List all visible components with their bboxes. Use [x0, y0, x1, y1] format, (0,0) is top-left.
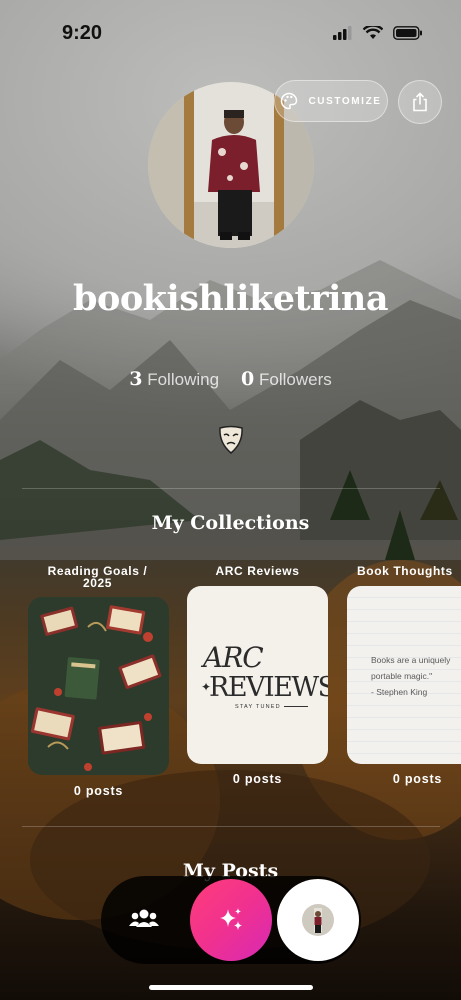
palette-icon — [281, 92, 298, 110]
quote-line: portable magic." — [371, 671, 433, 681]
collection-title-arc-reviews: ARC Reviews — [187, 565, 328, 577]
status-icons — [333, 26, 423, 40]
books-pattern-image — [28, 597, 169, 775]
collection-card-book-thoughts[interactable]: Books are a uniquely portable magic." - … — [347, 586, 461, 764]
follow-stats: 3 Following 0 Followers — [0, 368, 461, 390]
wifi-icon — [363, 26, 383, 39]
collection-posts-count: 0 posts — [232, 772, 283, 786]
section-divider — [22, 826, 440, 827]
share-button[interactable] — [398, 80, 442, 124]
home-indicator[interactable] — [149, 985, 313, 990]
battery-icon — [393, 26, 422, 40]
mask-badge-icon[interactable] — [217, 425, 245, 455]
followers-count: 0 — [241, 368, 255, 390]
collections-title: My Collections — [151, 512, 310, 534]
collection-title-book-thoughts: Book Thoughts — [347, 565, 461, 577]
create-button[interactable] — [190, 879, 272, 961]
collection-title-line: 2025 — [82, 576, 113, 590]
customize-button[interactable]: CUSTOMIZE — [274, 80, 388, 122]
sparkle-small-icon: ✦ — [201, 680, 212, 694]
collection-title-line: ARC Reviews — [215, 564, 300, 578]
profile-username: bookishliketrina — [73, 278, 389, 319]
status-time: 9:20 — [62, 22, 103, 44]
profile-tab-button[interactable] — [277, 879, 359, 961]
collection-title-line: Book Thoughts — [357, 564, 453, 578]
quote-line: Books are a uniquely — [371, 655, 451, 665]
collection-posts-count: 0 posts — [73, 784, 124, 798]
arc-card-title-1: ARC — [203, 641, 264, 674]
quote-text: Books are a uniquely portable magic." - … — [371, 652, 450, 700]
arc-card-subtitle: STAY TUNED — [235, 704, 281, 710]
collection-card-reading-goals[interactable] — [28, 597, 169, 775]
collection-title-reading-goals: Reading Goals / 2025 — [27, 565, 168, 589]
profile-avatar-small — [302, 904, 334, 936]
followers-link[interactable]: 0 Followers — [241, 368, 332, 390]
following-label: Following — [147, 370, 220, 389]
customize-label: CUSTOMIZE — [308, 95, 382, 107]
collection-card-arc-reviews[interactable]: ARC REVIEWS ✦ STAY TUNED — [187, 586, 328, 764]
quote-line: - Stephen King — [371, 687, 428, 697]
followers-label: Followers — [259, 370, 332, 389]
people-icon[interactable] — [128, 906, 160, 932]
section-divider — [22, 488, 440, 489]
arc-card-title-2: REVIEWS — [209, 672, 328, 703]
status-bar: 9:20 — [0, 0, 461, 70]
profile-screen: 9:20 CUSTOMIZE bookishliketrina 3 Follow… — [0, 0, 461, 1000]
following-count: 3 — [129, 368, 143, 390]
following-link[interactable]: 3 Following — [129, 368, 220, 390]
share-icon — [413, 92, 427, 112]
signal-icon — [333, 26, 352, 40]
sparkle-icon — [220, 908, 242, 930]
arc-card-rule — [284, 706, 308, 707]
collection-posts-count: 0 posts — [392, 772, 443, 786]
